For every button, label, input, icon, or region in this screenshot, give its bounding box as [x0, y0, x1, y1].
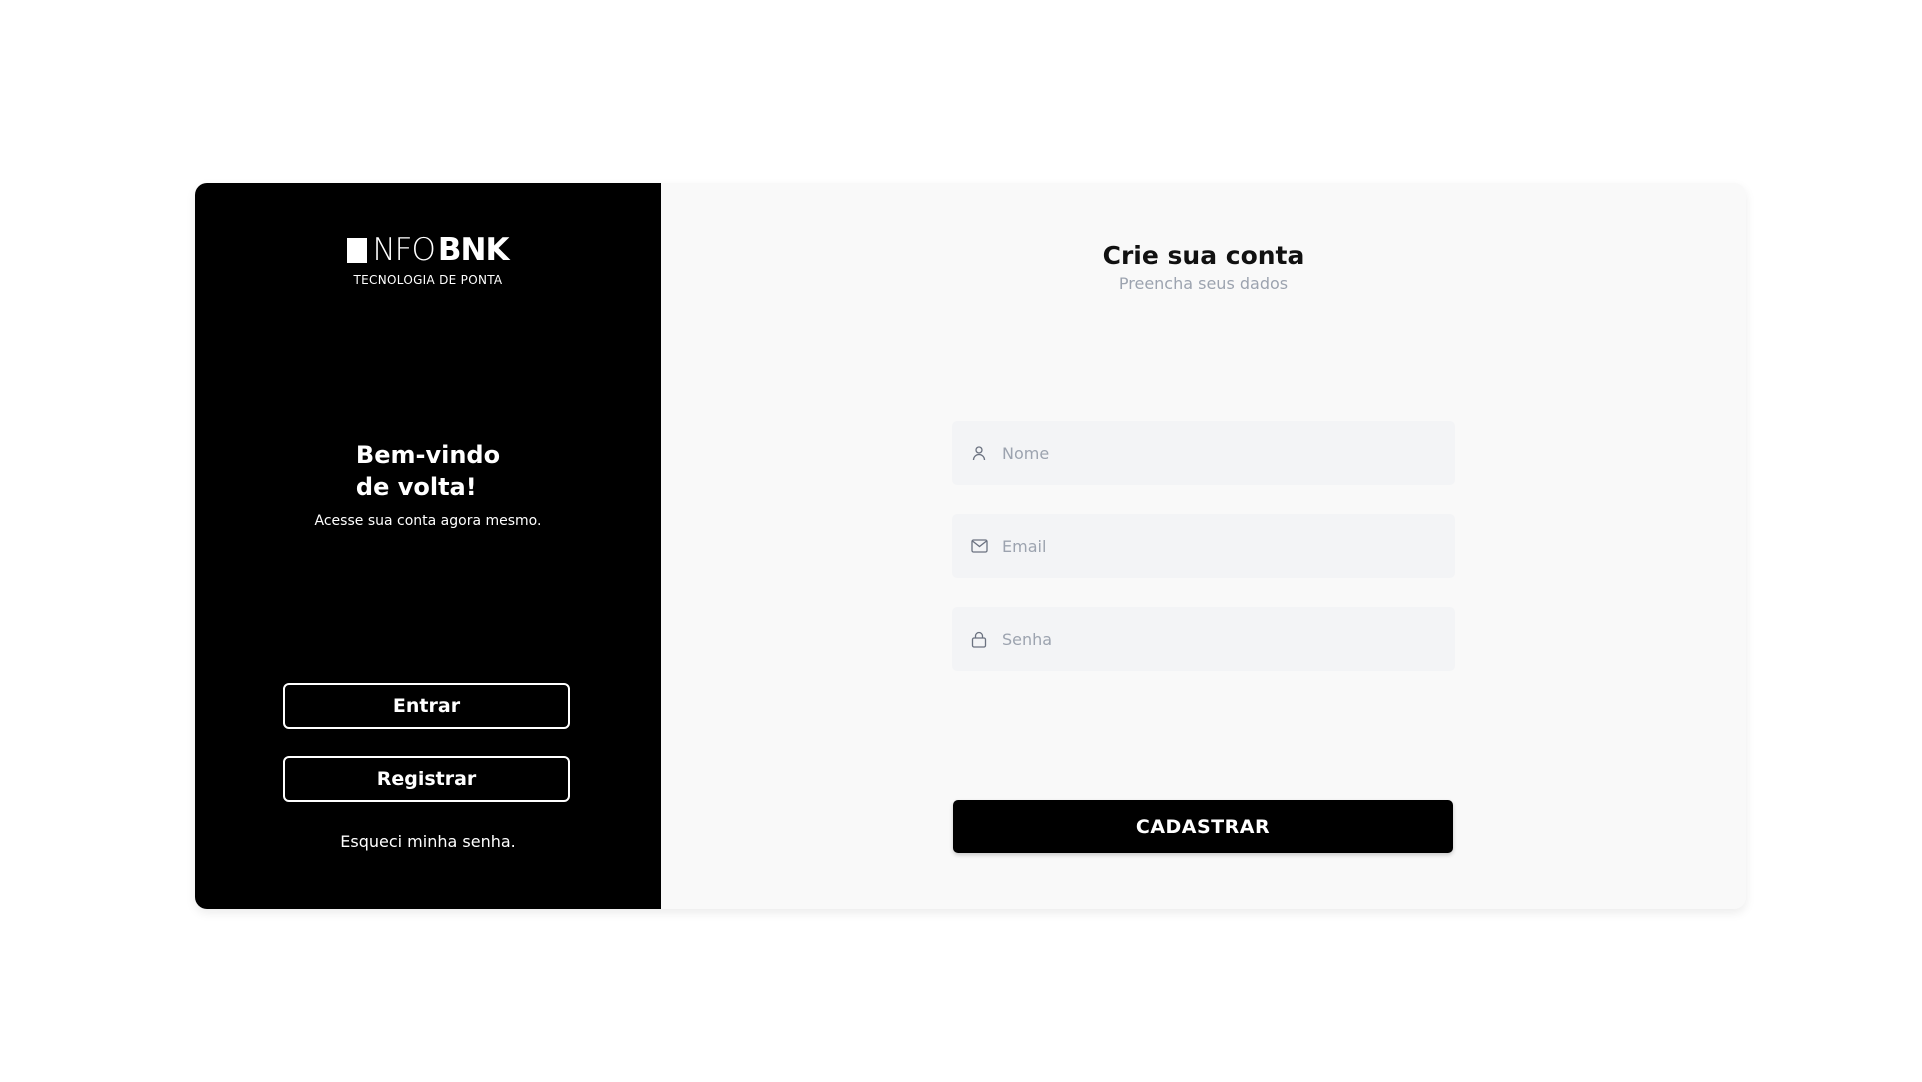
- right-panel: Crie sua conta Preencha seus dados Nome …: [661, 183, 1746, 909]
- welcome-block: Bem-vindo de volta! Acesse sua conta ago…: [195, 439, 661, 529]
- left-panel: NFO BNK TECNOLOGIA DE PONTA Bem-vindo de…: [195, 183, 661, 909]
- lock-icon: [970, 630, 988, 648]
- email-input[interactable]: [1000, 535, 1424, 557]
- register-button[interactable]: Registrar: [283, 756, 570, 802]
- welcome-title: Bem-vindo de volta!: [355, 441, 501, 501]
- logo: NFO BNK: [347, 232, 510, 268]
- password-field[interactable]: [952, 607, 1455, 671]
- auth-card: NFO BNK TECNOLOGIA DE PONTA Bem-vindo de…: [195, 183, 1746, 909]
- name-input[interactable]: [1000, 442, 1424, 464]
- form-header: Crie sua conta Preencha seus dados: [661, 241, 1746, 293]
- form-subtitle: Preencha seus dados: [1118, 274, 1289, 293]
- logo-square-icon: [347, 237, 368, 263]
- welcome-subtitle: Acesse sua conta agora mesmo.: [314, 513, 542, 529]
- email-field[interactable]: [952, 514, 1455, 578]
- name-field[interactable]: [952, 421, 1455, 485]
- login-button[interactable]: Entrar: [283, 683, 570, 729]
- mail-icon: [970, 537, 988, 555]
- submit-button[interactable]: CADASTRAR: [953, 800, 1453, 853]
- brand: NFO BNK TECNOLOGIA DE PONTA: [195, 235, 661, 287]
- user-icon: [970, 444, 988, 462]
- password-input[interactable]: [1000, 628, 1424, 650]
- forgot-password-link[interactable]: Esqueci minha senha.: [195, 832, 661, 851]
- form-title: Crie sua conta: [1102, 241, 1305, 270]
- logo-text-light: NFO: [372, 232, 435, 268]
- logo-text-bold: BNK: [437, 232, 510, 268]
- brand-tagline: TECNOLOGIA DE PONTA: [353, 272, 503, 287]
